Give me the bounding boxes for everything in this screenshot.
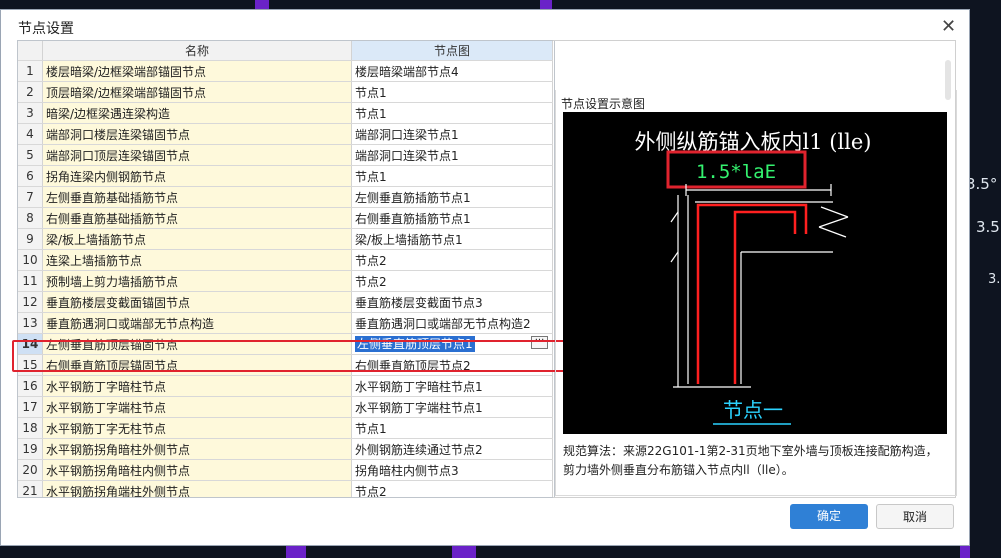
node-value-cell[interactable]: 右侧垂直筋插筋节点1 <box>351 207 553 229</box>
preview-label: 节点设置示意图 <box>561 97 646 111</box>
node-value-cell[interactable]: 楼层暗梁端部节点4 <box>351 60 553 82</box>
node-value-cell[interactable]: 节点2 <box>351 249 553 271</box>
row-number: 17 <box>18 396 43 418</box>
node-value-cell[interactable]: 外侧钢筋连续通过节点2 <box>351 438 553 460</box>
table-row[interactable]: 6 拐角连梁内侧钢筋节点 节点1 <box>18 165 553 187</box>
diagram-formula: 1.5*laE <box>696 161 776 183</box>
background-block <box>286 545 306 558</box>
node-name-cell[interactable]: 预制墙上剪力墙插筋节点 <box>42 270 352 292</box>
table-row[interactable]: 17 水平钢筋丁字端柱节点 水平钢筋丁字端柱节点1 <box>18 396 553 418</box>
node-name-cell[interactable]: 水平钢筋丁字端柱节点 <box>42 396 352 418</box>
node-value-cell[interactable]: 端部洞口连梁节点1 <box>351 144 553 166</box>
row-number: 8 <box>18 207 43 229</box>
name-column-header[interactable]: 名称 <box>42 41 352 61</box>
table-row[interactable]: 7 左侧垂直筋基础插筋节点 左侧垂直筋插筋节点1 <box>18 186 553 208</box>
table-row[interactable]: 8 右侧垂直筋基础插筋节点 右侧垂直筋插筋节点1 <box>18 207 553 229</box>
rule-description: 规范算法：来源22G101-1第2-31页地下室外墙与顶板连接配筋构造，剪力墙外… <box>563 444 938 477</box>
node-value-cell[interactable]: 左侧垂直筋插筋节点1 <box>351 186 553 208</box>
background-label: 3. <box>988 272 1001 287</box>
row-number: 18 <box>18 417 43 439</box>
node-name-cell[interactable]: 垂直筋遇洞口或端部无节点构造 <box>42 312 352 334</box>
row-number: 16 <box>18 375 43 397</box>
node-name-cell[interactable]: 梁/板上墙插筋节点 <box>42 228 352 250</box>
background-block <box>452 545 476 558</box>
row-number: 4 <box>18 123 43 145</box>
node-value-cell[interactable]: 节点1 <box>351 102 553 124</box>
node-name-cell[interactable]: 顶层暗梁/边框梁端部锚固节点 <box>42 81 352 103</box>
node-value-cell[interactable]: 垂直筋楼层变截面节点3 <box>351 291 553 313</box>
row-number: 3 <box>18 102 43 124</box>
table-row[interactable]: 5 端部洞口顶层连梁锚固节点 端部洞口连梁节点1 <box>18 144 553 166</box>
row-number: 1 <box>18 60 43 82</box>
node-name-cell[interactable]: 楼层暗梁/边框梁端部锚固节点 <box>42 60 352 82</box>
row-number: 11 <box>18 270 43 292</box>
row-number: 13 <box>18 312 43 334</box>
table-row[interactable]: 1 楼层暗梁/边框梁端部锚固节点 楼层暗梁端部节点4 <box>18 60 553 82</box>
node-value-cell[interactable]: 节点1 <box>351 165 553 187</box>
node-name-cell[interactable]: 端部洞口楼层连梁锚固节点 <box>42 123 352 145</box>
row-number: 9 <box>18 228 43 250</box>
row-number: 19 <box>18 438 43 460</box>
node-value-cell[interactable]: 拐角暗柱内侧节点3 <box>351 459 553 481</box>
background-label: 3.5 <box>976 218 1000 236</box>
node-name-cell[interactable]: 右侧垂直筋基础插筋节点 <box>42 207 352 229</box>
row-number: 2 <box>18 81 43 103</box>
node-name-cell[interactable]: 连梁上墙插筋节点 <box>42 249 352 271</box>
ok-button[interactable]: 确定 <box>790 504 868 529</box>
row-number: 12 <box>18 291 43 313</box>
row-number: 20 <box>18 459 43 481</box>
diagram-caption: 节点一 <box>723 398 783 422</box>
table-row[interactable]: 12 垂直筋楼层变截面锚固节点 垂直筋楼层变截面节点3 <box>18 291 553 313</box>
node-value-cell[interactable]: 节点1 <box>351 417 553 439</box>
node-column-header[interactable]: 节点图 <box>351 41 553 61</box>
diagram-title: 外侧纵筋锚入板内l1 (lle) <box>635 130 872 154</box>
table-row[interactable]: 9 梁/板上墙插筋节点 梁/板上墙插筋节点1 <box>18 228 553 250</box>
table-row[interactable]: 16 水平钢筋丁字暗柱节点 水平钢筋丁字暗柱节点1 <box>18 375 553 397</box>
row-number-header <box>18 41 43 61</box>
node-name-cell[interactable]: 端部洞口顶层连梁锚固节点 <box>42 144 352 166</box>
row-number: 5 <box>18 144 43 166</box>
node-table: 名称 节点图 1 楼层暗梁/边框梁端部锚固节点 楼层暗梁端部节点4 2 顶层暗梁/边框梁… <box>17 40 555 498</box>
node-name-cell[interactable]: 水平钢筋拐角暗柱内侧节点 <box>42 459 352 481</box>
node-value-cell[interactable]: 节点2 <box>351 270 553 292</box>
table-row[interactable]: 11 预制墙上剪力墙插筋节点 节点2 <box>18 270 553 292</box>
cancel-button[interactable]: 取消 <box>876 504 954 529</box>
row-number: 7 <box>18 186 43 208</box>
table-row[interactable]: 18 水平钢筋丁字无柱节点 节点1 <box>18 417 553 439</box>
node-value-cell[interactable]: 端部洞口连梁节点1 <box>351 123 553 145</box>
table-row[interactable]: 21 水平钢筋拐角端柱外侧节点 节点2 <box>18 480 553 497</box>
node-name-cell[interactable]: 水平钢筋丁字无柱节点 <box>42 417 352 439</box>
row-number: 6 <box>18 165 43 187</box>
node-value-cell[interactable]: 水平钢筋丁字暗柱节点1 <box>351 375 553 397</box>
node-value-cell[interactable]: 节点1 <box>351 81 553 103</box>
node-value-cell[interactable]: 梁/板上墙插筋节点1 <box>351 228 553 250</box>
rebar-lines <box>696 203 808 384</box>
background-label: 3.5° <box>966 175 998 193</box>
node-name-cell[interactable]: 左侧垂直筋基础插筋节点 <box>42 186 352 208</box>
node-name-cell[interactable]: 水平钢筋拐角暗柱外侧节点 <box>42 438 352 460</box>
table-row[interactable]: 10 连梁上墙插筋节点 节点2 <box>18 249 553 271</box>
node-name-cell[interactable]: 暗梁/边框梁遇连梁构造 <box>42 102 352 124</box>
close-icon[interactable]: ✕ <box>941 16 956 37</box>
selected-row-highlight <box>12 340 567 372</box>
node-name-cell[interactable]: 水平钢筋丁字暗柱节点 <box>42 375 352 397</box>
row-number: 21 <box>18 480 43 497</box>
node-diagram-svg: 外侧纵筋锚入板内l1 (lle) 1.5*laE 节点一 <box>635 130 872 425</box>
node-value-cell[interactable]: 垂直筋遇洞口或端部无节点构造2 <box>351 312 553 334</box>
node-value-cell[interactable]: 节点2 <box>351 480 553 497</box>
dialog-title: 节点设置 <box>18 21 74 37</box>
node-name-cell[interactable]: 水平钢筋拐角端柱外侧节点 <box>42 480 352 497</box>
table-row[interactable]: 4 端部洞口楼层连梁锚固节点 端部洞口连梁节点1 <box>18 123 553 145</box>
node-name-cell[interactable]: 拐角连梁内侧钢筋节点 <box>42 165 352 187</box>
table-row[interactable]: 3 暗梁/边框梁遇连梁构造 节点1 <box>18 102 553 124</box>
table-row[interactable]: 20 水平钢筋拐角暗柱内侧节点 拐角暗柱内侧节点3 <box>18 459 553 481</box>
table-row[interactable]: 19 水平钢筋拐角暗柱外侧节点 外侧钢筋连续通过节点2 <box>18 438 553 460</box>
node-name-cell[interactable]: 垂直筋楼层变截面锚固节点 <box>42 291 352 313</box>
table-row[interactable]: 13 垂直筋遇洞口或端部无节点构造 垂直筋遇洞口或端部无节点构造2 <box>18 312 553 334</box>
node-value-cell[interactable]: 水平钢筋丁字端柱节点1 <box>351 396 553 418</box>
node-diagram: 外侧纵筋锚入板内l1 (lle) 1.5*laE 节点一 <box>563 112 947 434</box>
table-row[interactable]: 2 顶层暗梁/边框梁端部锚固节点 节点1 <box>18 81 553 103</box>
row-number: 10 <box>18 249 43 271</box>
